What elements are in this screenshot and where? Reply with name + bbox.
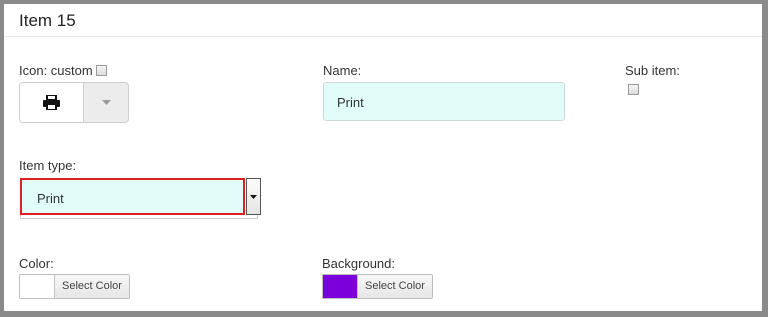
background-swatch <box>323 275 357 298</box>
icon-label-row: Icon: custom <box>19 63 107 78</box>
item-type-select-frame <box>20 215 258 219</box>
icon-custom-label: Icon: custom <box>19 63 93 78</box>
color-select-button[interactable]: Select Color <box>54 275 129 298</box>
item-panel: Item 15 Icon: custom Name: Print Sub ite… <box>4 4 762 311</box>
icon-custom-checkbox[interactable] <box>95 65 107 76</box>
color-label: Color: <box>19 256 54 271</box>
icon-picker[interactable] <box>19 82 129 123</box>
background-select-button[interactable]: Select Color <box>357 275 432 298</box>
color-swatch <box>20 275 54 298</box>
item-type-label: Item type: <box>19 158 77 173</box>
print-icon <box>43 95 60 110</box>
panel-header: Item 15 <box>4 4 762 37</box>
icon-select-button[interactable] <box>20 83 84 122</box>
background-label: Background: <box>322 256 395 271</box>
name-label: Name: <box>323 63 362 78</box>
caret-down-icon <box>102 100 111 105</box>
sub-item-label: Sub item: <box>625 63 680 78</box>
name-input[interactable]: Print <box>323 82 565 121</box>
caret-down-icon <box>250 194 257 199</box>
item-type-select[interactable]: Print <box>20 178 245 215</box>
sub-item-checkbox[interactable] <box>628 84 639 95</box>
color-picker[interactable]: Select Color <box>19 274 130 299</box>
page-title: Item 15 <box>19 11 76 30</box>
icon-dropdown-toggle[interactable] <box>84 83 128 122</box>
background-color-picker[interactable]: Select Color <box>322 274 433 299</box>
item-type-dropdown-button[interactable] <box>246 178 261 215</box>
